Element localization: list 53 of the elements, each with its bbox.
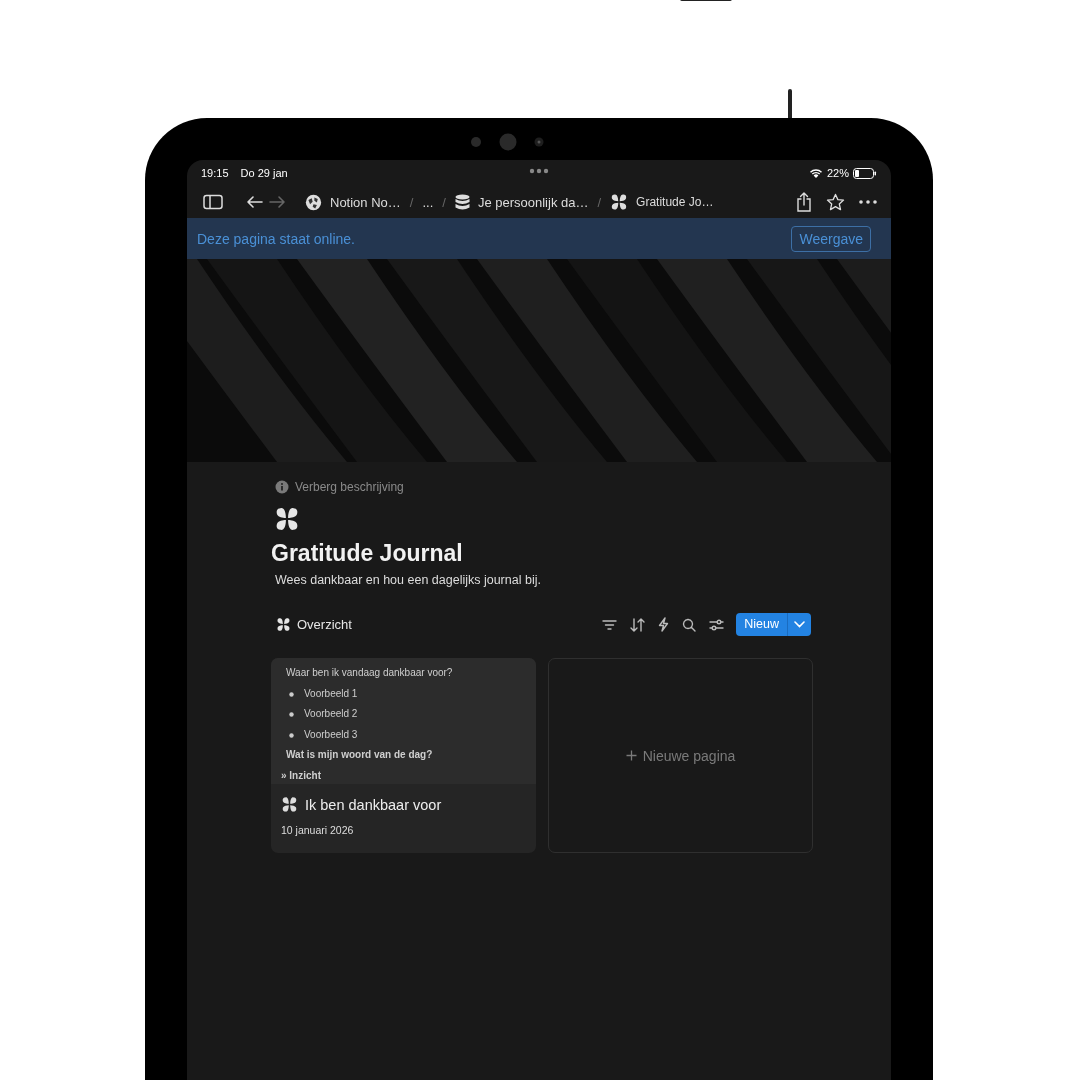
breadcrumb-separator: /	[596, 194, 603, 210]
clover-icon	[281, 796, 298, 813]
clover-icon	[610, 193, 629, 211]
online-notice: Deze pagina staat online.	[197, 230, 355, 247]
status-date: Do 29 jan	[240, 167, 288, 179]
preview-line: Wat is mijn woord van de dag?	[286, 749, 433, 761]
breadcrumb-separator: /	[408, 194, 415, 210]
wifi-icon	[808, 168, 823, 178]
preview-line: Waar ben ik vandaag dankbaar voor?	[286, 667, 453, 678]
sidebar-toggle-icon[interactable]	[203, 194, 223, 210]
preview-line: Voorbeeld 2	[304, 708, 358, 722]
battery-percentage: 22%	[826, 167, 849, 179]
page-card[interactable]: Waar ben ik vandaag dankbaar voor? Voorbeeld 1 Voorbeeld 2 Voorbeeld 3 Wat is mijn woord van de dag? » Inzicht Ik ben dankbaar voor 10 januari 2026	[271, 658, 536, 853]
page-title: Gratitude Journal	[271, 540, 464, 567]
chevron-down-icon[interactable]	[794, 621, 805, 628]
preview-line: Voorbeeld 1	[304, 687, 358, 701]
preview-line: » Inzicht	[281, 769, 321, 781]
preview-line: Voorbeeld 3	[304, 728, 358, 742]
settings-sliders-icon[interactable]	[709, 618, 725, 631]
bullet-icon	[289, 691, 294, 697]
page-description: Wees dankbaar en hou een dagelijks journal bij.	[275, 573, 542, 587]
card-title: Ik ben dankbaar voor	[305, 796, 442, 813]
globe-icon	[305, 193, 322, 211]
search-icon[interactable]	[682, 617, 697, 632]
bullet-icon	[289, 732, 294, 738]
view-button[interactable]: Weergave	[791, 225, 871, 252]
page-clover-icon	[274, 506, 300, 532]
breadcrumb-separator: /	[441, 194, 447, 210]
filter-icon[interactable]	[602, 618, 618, 631]
more-options-icon[interactable]	[859, 200, 877, 204]
card-date: 10 januari 2026	[281, 824, 355, 836]
breadcrumb-link[interactable]: ...	[422, 194, 434, 210]
share-icon[interactable]	[796, 192, 812, 212]
breadcrumb-link[interactable]: Notion No…	[330, 194, 401, 210]
breadcrumb-link[interactable]: Je persoonlijk da…	[477, 194, 589, 210]
back-arrow-icon[interactable]	[245, 193, 263, 211]
view-tab[interactable]: Overzicht	[297, 617, 352, 632]
star-icon[interactable]	[826, 193, 845, 211]
bullet-icon	[289, 712, 294, 718]
sort-icon[interactable]	[630, 617, 646, 632]
lightning-icon[interactable]	[658, 617, 670, 632]
hide-description-link[interactable]: Verberg beschrijving	[295, 480, 404, 494]
new-page-card[interactable]: Nieuwe pagina	[548, 658, 813, 853]
new-button[interactable]: Nieuw	[736, 613, 811, 636]
battery-icon	[853, 167, 877, 179]
plus-icon	[625, 750, 637, 761]
multitask-dots-icon[interactable]	[529, 168, 549, 174]
status-time: 19:15	[201, 167, 229, 179]
database-icon	[454, 193, 470, 211]
breadcrumb-link[interactable]: Gratitude Jo…	[636, 195, 714, 209]
clover-icon	[276, 617, 291, 632]
new-page-label: Nieuwe pagina	[642, 747, 736, 764]
info-icon[interactable]	[275, 480, 289, 494]
